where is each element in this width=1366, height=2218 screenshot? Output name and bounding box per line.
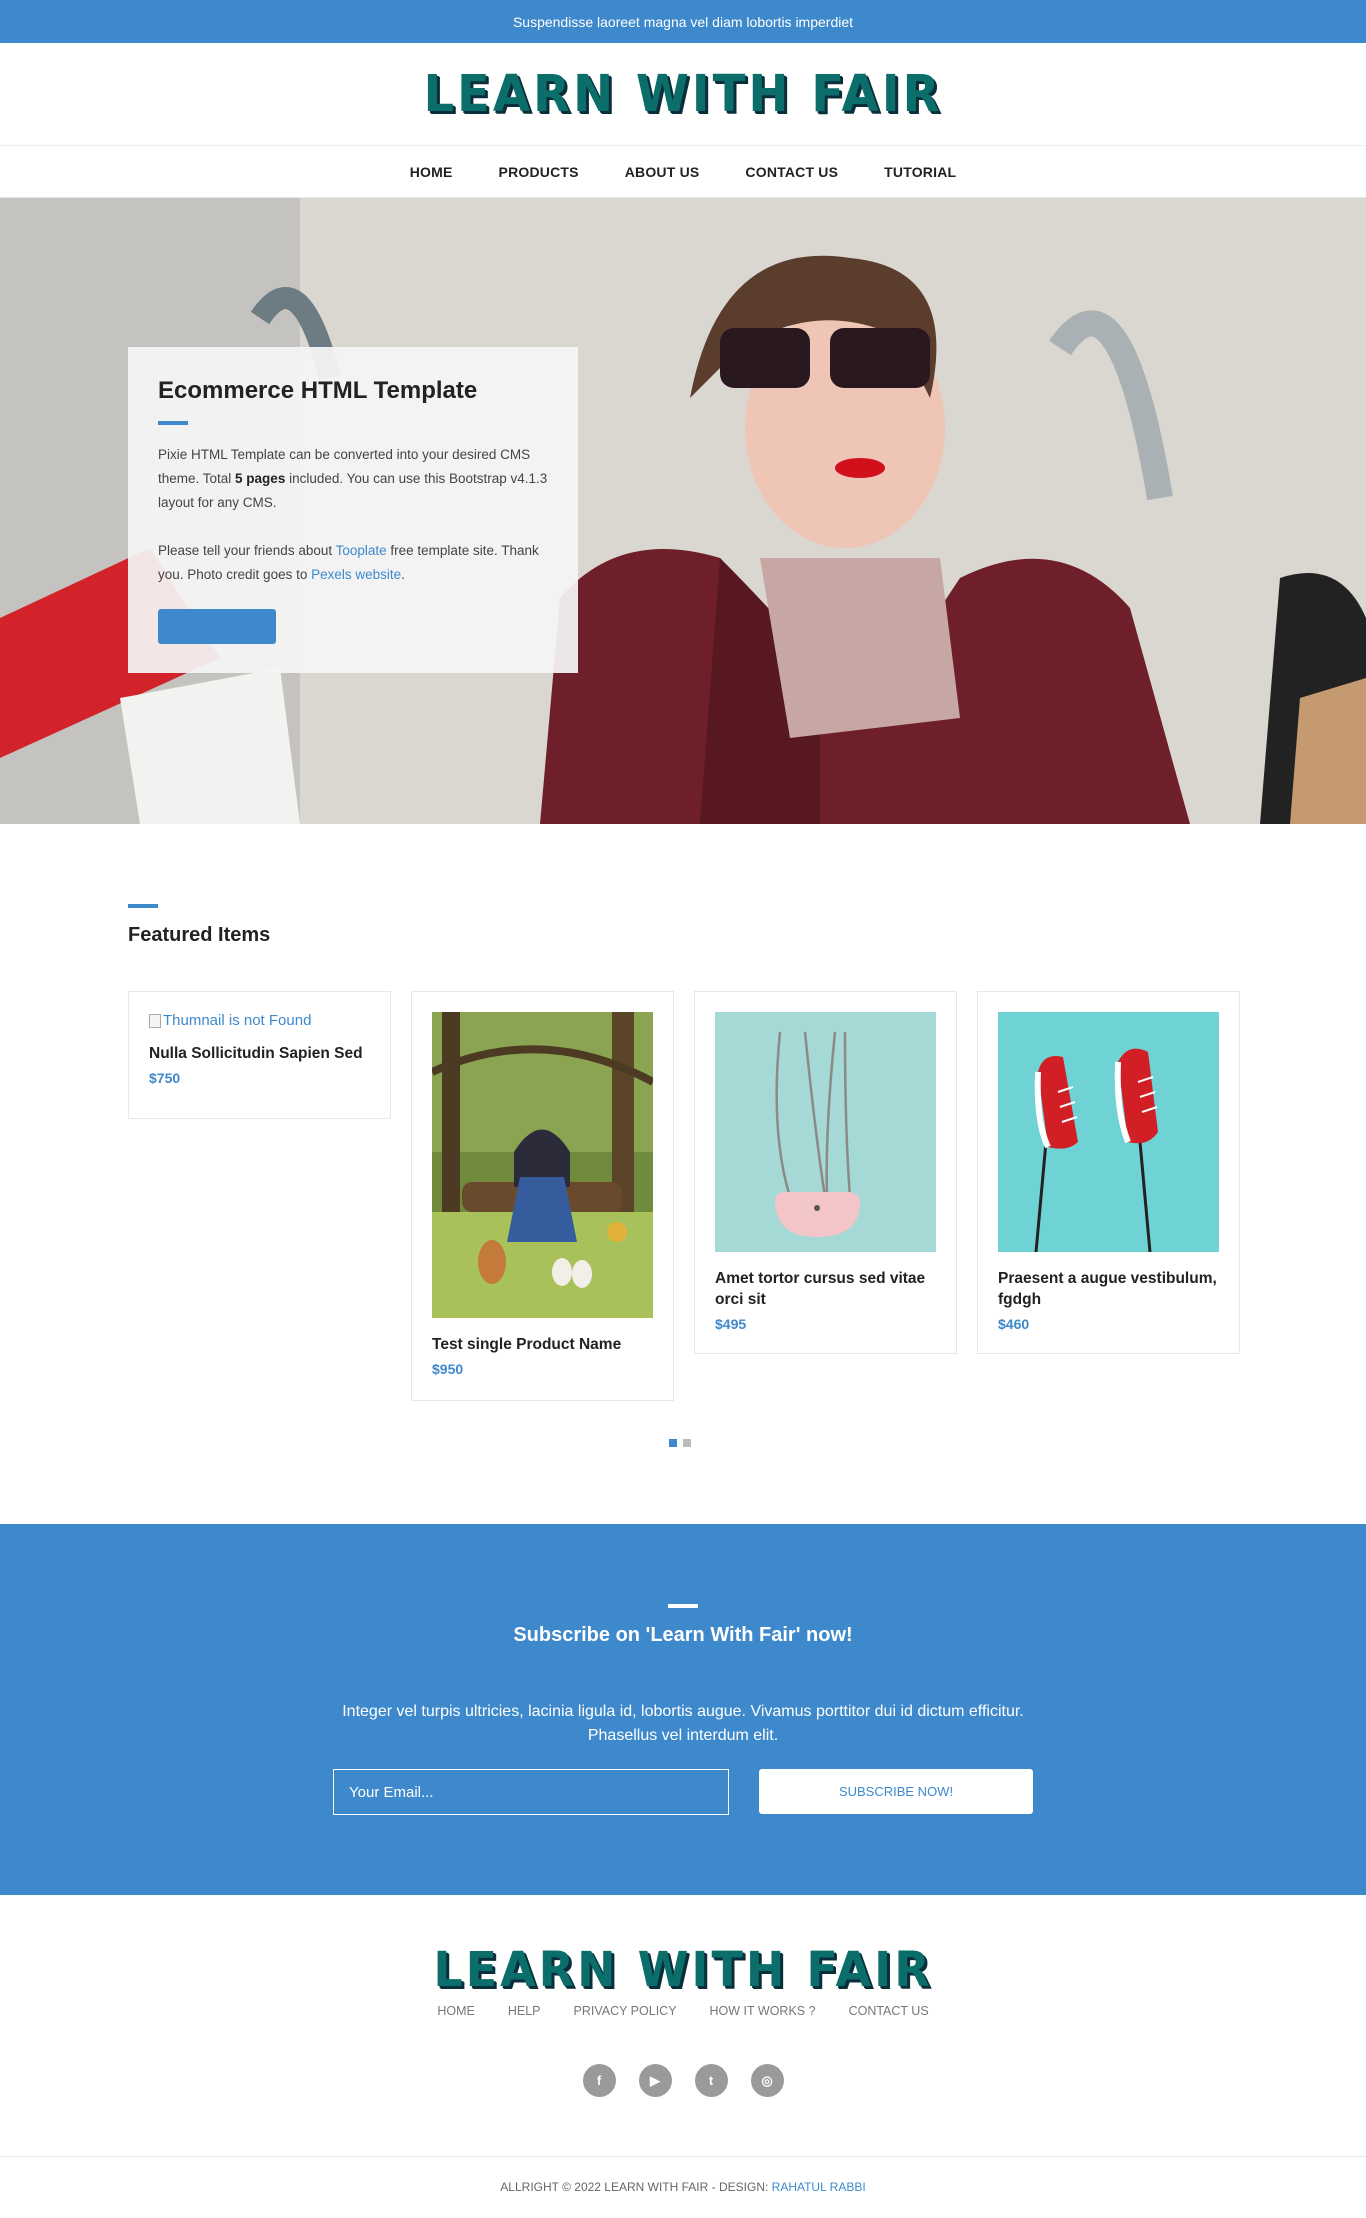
- carousel-dot-1[interactable]: [669, 1439, 677, 1447]
- facebook-icon[interactable]: f: [582, 2064, 616, 2097]
- site-logo[interactable]: LEARN WITH FAIR: [423, 65, 942, 124]
- main-nav: HOME PRODUCTS ABOUT US CONTACT US TUTORI…: [0, 146, 1366, 198]
- nav-products[interactable]: PRODUCTS: [499, 164, 579, 180]
- hero-title: Ecommerce HTML Template: [158, 377, 478, 404]
- header-logo-area: LEARN WITH FAIR: [0, 43, 1366, 146]
- hero-paragraph-1: Pixie HTML Template can be converted int…: [158, 447, 548, 510]
- featured-underline: [128, 904, 158, 908]
- subscribe-title: Subscribe on 'Learn With Fair' now!: [513, 1624, 853, 1646]
- footer-link-privacy-policy[interactable]: PRIVACY POLICY: [573, 2004, 676, 2018]
- designer-link[interactable]: RAHATUL RABBI: [772, 2180, 866, 2194]
- subscribe-section: Subscribe on 'Learn With Fair' now! Inte…: [0, 1524, 1366, 1895]
- broken-thumbnail-icon: Thumnail is not Found: [149, 1012, 370, 1029]
- product-image-red-sneakers[interactable]: [998, 1012, 1219, 1252]
- nav-tutorial[interactable]: TUTORIAL: [884, 164, 956, 180]
- product-price: $460: [998, 1316, 1030, 1332]
- tooplate-link[interactable]: Tooplate: [336, 543, 387, 558]
- email-input[interactable]: Your Email...: [333, 1769, 729, 1815]
- nav-contact-us[interactable]: CONTACT US: [745, 164, 838, 180]
- product-card[interactable]: Praesent a augue vestibulum, fgdgh $460: [977, 991, 1240, 1354]
- product-price: $750: [149, 1070, 181, 1086]
- twitter-icon[interactable]: t: [694, 2064, 728, 2097]
- footer-link-help[interactable]: HELP: [508, 2004, 541, 2018]
- carousel-dot-2[interactable]: [683, 1439, 691, 1447]
- announcement-text: Suspendisse laoreet magna vel diam lobor…: [512, 13, 854, 30]
- footer-logo[interactable]: LEARN WITH FAIR: [433, 1941, 932, 1998]
- product-image-forest-girl[interactable]: [432, 1012, 653, 1318]
- nav-home[interactable]: HOME: [410, 164, 453, 180]
- social-links: f ▶ t ◎: [0, 2064, 1366, 2097]
- hero-banner: Ecommerce HTML Template Pixie HTML Templ…: [0, 198, 1366, 824]
- carousel-pagination: [669, 1439, 691, 1447]
- product-name[interactable]: Test single Product Name: [432, 1334, 653, 1355]
- featured-title: Featured Items: [128, 924, 271, 946]
- hero-title-underline: [158, 421, 188, 425]
- footer-divider: [0, 2156, 1366, 2157]
- subscribe-text: Integer vel turpis ultricies, lacinia li…: [342, 1703, 1024, 1744]
- footer-logo-area: LEARN WITH FAIR: [0, 1941, 1366, 1998]
- order-now-button[interactable]: ORDER NOW!: [158, 609, 276, 644]
- product-name[interactable]: Nulla Sollicitudin Sapien Sed: [149, 1043, 370, 1064]
- subscribe-underline: [668, 1604, 698, 1608]
- hero-paragraph-2: Please tell your friends about Tooplate …: [158, 543, 539, 582]
- instagram-icon[interactable]: ◎: [750, 2064, 784, 2097]
- footer-link-home[interactable]: HOME: [437, 2004, 475, 2018]
- product-card[interactable]: Amet tortor cursus sed vitae orci sit $4…: [694, 991, 957, 1354]
- product-name[interactable]: Amet tortor cursus sed vitae orci sit: [715, 1268, 936, 1310]
- product-price: $950: [432, 1361, 464, 1377]
- product-image-pink-bag[interactable]: [715, 1012, 936, 1252]
- product-name[interactable]: Praesent a augue vestibulum, fgdgh: [998, 1268, 1219, 1310]
- nav-about-us[interactable]: ABOUT US: [625, 164, 700, 180]
- product-card[interactable]: Thumnail is not Found Nulla Sollicitudin…: [128, 991, 391, 1119]
- copyright: ALLRIGHT © 2022 LEARN WITH FAIR - DESIGN…: [500, 2180, 866, 2194]
- announcement-bar: Suspendisse laoreet magna vel diam lobor…: [0, 0, 1366, 43]
- subscribe-button[interactable]: SUBSCRIBE NOW!: [759, 1769, 1033, 1814]
- pexels-link[interactable]: Pexels website: [311, 567, 401, 582]
- footer-nav: HOME HELP PRIVACY POLICY HOW IT WORKS ? …: [0, 2004, 1366, 2018]
- footer-link-how-it-works[interactable]: HOW IT WORKS ?: [710, 2004, 816, 2018]
- youtube-icon[interactable]: ▶: [638, 2064, 672, 2097]
- product-card[interactable]: Test single Product Name $950: [411, 991, 674, 1401]
- product-price: $495: [715, 1316, 747, 1332]
- footer-link-contact-us[interactable]: CONTACT US: [849, 2004, 929, 2018]
- hero-card: Ecommerce HTML Template Pixie HTML Templ…: [128, 347, 578, 673]
